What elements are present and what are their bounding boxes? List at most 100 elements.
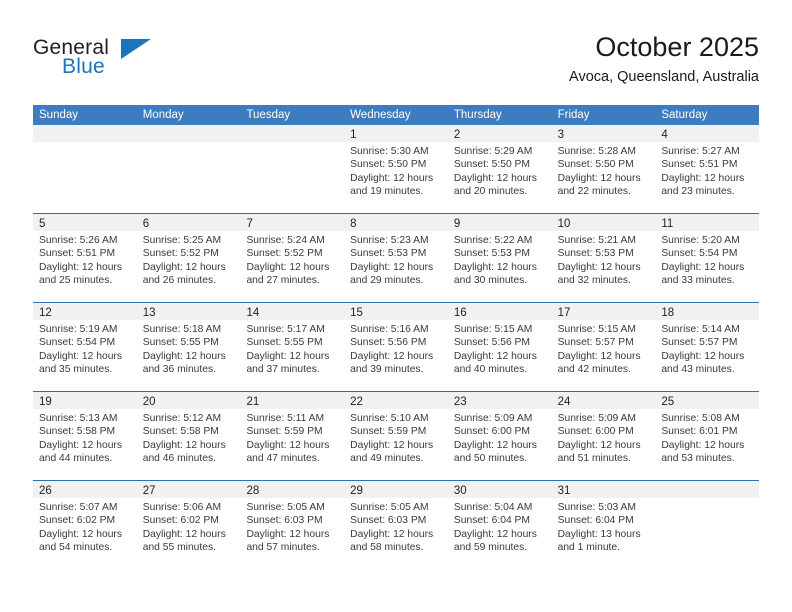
day-number-band: 12 [33, 303, 137, 320]
calendar-day-cell-empty [33, 125, 137, 213]
day-info: Sunrise: 5:09 AM Sunset: 6:00 PM Daylight:… [552, 409, 656, 466]
daylight-duration-line2: and 36 minutes. [142, 364, 216, 376]
page-title: October 2025 [595, 32, 759, 62]
calendar-day-cell-empty [655, 481, 760, 569]
day-info: Sunrise: 5:08 AM Sunset: 6:01 PM Daylight:… [655, 409, 759, 466]
calendar-day-cell[interactable]: 11 Sunrise: 5:20 AM Sunset: 5:54 PM Dayligh… [655, 214, 760, 302]
calendar-day-cell-empty [136, 125, 241, 213]
sunrise-time: Sunrise: 5:19 AM [39, 324, 118, 335]
calendar-day-cell[interactable]: 28 Sunrise: 5:05 AM Sunset: 6:03 PM Dayligh… [240, 481, 345, 569]
daylight-duration-line1: Daylight: 12 hours [350, 172, 434, 184]
daylight-duration-line1: Daylight: 12 hours [246, 350, 330, 362]
calendar-day-cell[interactable]: 30 Sunrise: 5:04 AM Sunset: 6:04 PM Dayligh… [447, 481, 552, 569]
general-blue-logo[interactable]: General Blue [33, 36, 233, 92]
calendar-day-cell[interactable]: 16 Sunrise: 5:15 AM Sunset: 5:56 PM Dayligh… [447, 303, 552, 391]
daylight-duration-line2: and 59 minutes. [453, 542, 528, 554]
calendar-week-row: 26 Sunrise: 5:07 AM Sunset: 6:02 PM Dayligh… [33, 480, 760, 569]
calendar-day-cell[interactable]: 5 Sunrise: 5:26 AM Sunset: 5:51 PM Daylight… [33, 214, 137, 302]
calendar-day-cell[interactable]: 29 Sunrise: 5:05 AM Sunset: 6:03 PM Dayligh… [344, 481, 448, 569]
sunrise-time: Sunrise: 5:09 AM [557, 413, 637, 424]
logo-triangle-icon [121, 39, 151, 59]
daylight-duration-line2: and 20 minutes. [453, 186, 528, 198]
calendar-day-cell[interactable]: 19 Sunrise: 5:13 AM Sunset: 5:58 PM Dayligh… [33, 392, 137, 480]
calendar-day-cell[interactable]: 25 Sunrise: 5:08 AM Sunset: 6:01 PM Dayligh… [655, 392, 760, 480]
calendar-day-cell[interactable]: 6 Sunrise: 5:25 AM Sunset: 5:52 PM Daylight… [136, 214, 241, 302]
day-info: Sunrise: 5:17 AM Sunset: 5:55 PM Daylight:… [240, 320, 344, 377]
calendar-day-cell[interactable]: 9 Sunrise: 5:22 AM Sunset: 5:53 PM Daylight… [447, 214, 552, 302]
sunset-time: Sunset: 6:02 PM [39, 515, 116, 527]
calendar-page: General Blue October 2025 Avoca, Queensl… [0, 0, 792, 612]
day-number-band: 26 [33, 481, 137, 498]
sunset-time: Sunset: 5:56 PM [453, 337, 531, 349]
day-number: 15 [350, 307, 363, 319]
day-number-band: 18 [655, 303, 760, 320]
sunrise-time: Sunrise: 5:17 AM [246, 324, 325, 335]
calendar-day-cell[interactable]: 24 Sunrise: 5:09 AM Sunset: 6:00 PM Dayligh… [551, 392, 656, 480]
calendar-day-cell[interactable]: 21 Sunrise: 5:11 AM Sunset: 5:59 PM Dayligh… [240, 392, 345, 480]
calendar-day-cell[interactable]: 13 Sunrise: 5:18 AM Sunset: 5:55 PM Dayligh… [136, 303, 241, 391]
day-number: 10 [557, 218, 571, 230]
day-number-band: 31 [551, 481, 656, 498]
daylight-duration-line1: Daylight: 12 hours [661, 439, 745, 451]
calendar-day-cell[interactable]: 27 Sunrise: 5:06 AM Sunset: 6:02 PM Dayligh… [136, 481, 241, 569]
calendar-day-cell[interactable]: 18 Sunrise: 5:14 AM Sunset: 5:57 PM Dayligh… [655, 303, 760, 391]
calendar-day-cell[interactable]: 31 Sunrise: 5:03 AM Sunset: 6:04 PM Dayligh… [551, 481, 656, 569]
day-number-band: 10 [551, 214, 656, 231]
weekday-header-saturday: Saturday [661, 109, 708, 121]
calendar-day-cell[interactable]: 20 Sunrise: 5:12 AM Sunset: 5:58 PM Dayligh… [136, 392, 241, 480]
sunrise-time: Sunrise: 5:26 AM [39, 235, 118, 246]
day-info: Sunrise: 5:10 AM Sunset: 5:59 PM Daylight:… [344, 409, 448, 466]
sunset-time: Sunset: 5:56 PM [350, 337, 427, 349]
calendar-day-cell[interactable]: 26 Sunrise: 5:07 AM Sunset: 6:02 PM Dayligh… [33, 481, 137, 569]
daylight-duration-line1: Daylight: 12 hours [142, 528, 226, 540]
calendar-day-cell[interactable]: 1 Sunrise: 5:30 AM Sunset: 5:50 PM Daylight… [344, 125, 448, 213]
daylight-duration-line1: Daylight: 12 hours [142, 439, 226, 451]
day-number: 2 [453, 129, 461, 141]
calendar-day-cell[interactable]: 17 Sunrise: 5:15 AM Sunset: 5:57 PM Dayligh… [551, 303, 656, 391]
daylight-duration-line2: and 27 minutes. [246, 275, 320, 287]
day-number: 6 [142, 218, 150, 230]
calendar-day-cell[interactable]: 22 Sunrise: 5:10 AM Sunset: 5:59 PM Dayligh… [344, 392, 448, 480]
calendar-day-cell[interactable]: 23 Sunrise: 5:09 AM Sunset: 6:00 PM Dayligh… [447, 392, 552, 480]
sunrise-time: Sunrise: 5:15 AM [453, 324, 533, 335]
day-number: 22 [350, 396, 363, 408]
calendar-day-cell[interactable]: 7 Sunrise: 5:24 AM Sunset: 5:52 PM Daylight… [240, 214, 345, 302]
calendar-day-cell[interactable]: 4 Sunrise: 5:27 AM Sunset: 5:51 PM Daylight… [655, 125, 760, 213]
daylight-duration-line1: Daylight: 12 hours [453, 528, 537, 540]
calendar-day-cell[interactable]: 2 Sunrise: 5:29 AM Sunset: 5:50 PM Daylight… [447, 125, 552, 213]
daylight-duration-line1: Daylight: 12 hours [661, 261, 745, 273]
calendar-grid: Sunday Monday Tuesday Wednesday Thursday Frid… [33, 105, 760, 569]
sunset-time: Sunset: 6:00 PM [453, 426, 531, 438]
daylight-duration-line1: Daylight: 12 hours [661, 350, 745, 362]
day-number: 30 [453, 485, 467, 497]
sunset-time: Sunset: 5:50 PM [453, 159, 531, 171]
day-number-band: 2 [447, 125, 552, 142]
day-info: Sunrise: 5:24 AM Sunset: 5:52 PM Daylight:… [240, 231, 344, 288]
sunrise-time: Sunrise: 5:11 AM [246, 413, 325, 424]
day-info: Sunrise: 5:20 AM Sunset: 5:54 PM Daylight:… [655, 231, 759, 288]
sunset-time: Sunset: 5:57 PM [661, 337, 738, 349]
daylight-duration-line1: Daylight: 12 hours [350, 350, 434, 362]
calendar-day-cell[interactable]: 14 Sunrise: 5:17 AM Sunset: 5:55 PM Dayligh… [240, 303, 345, 391]
calendar-day-cell[interactable]: 12 Sunrise: 5:19 AM Sunset: 5:54 PM Dayligh… [33, 303, 137, 391]
sunrise-time: Sunrise: 5:23 AM [350, 235, 429, 246]
sunset-time: Sunset: 5:58 PM [39, 426, 116, 438]
calendar-day-cell[interactable]: 3 Sunrise: 5:28 AM Sunset: 5:50 PM Daylight… [551, 125, 656, 213]
calendar-day-cell[interactable]: 15 Sunrise: 5:16 AM Sunset: 5:56 PM Dayligh… [344, 303, 448, 391]
day-info: Sunrise: 5:13 AM Sunset: 5:58 PM Daylight:… [33, 409, 137, 466]
day-info: Sunrise: 5:05 AM Sunset: 6:03 PM Daylight:… [240, 498, 344, 555]
day-info: Sunrise: 5:21 AM Sunset: 5:53 PM Daylight:… [552, 231, 656, 288]
sunrise-time: Sunrise: 5:28 AM [557, 146, 637, 157]
sunrise-time: Sunrise: 5:12 AM [142, 413, 222, 424]
day-info: Sunrise: 5:05 AM Sunset: 6:03 PM Daylight:… [344, 498, 448, 555]
daylight-duration-line2: and 42 minutes. [557, 364, 631, 376]
sunset-time: Sunset: 5:54 PM [661, 248, 738, 260]
sunset-time: Sunset: 5:53 PM [350, 248, 427, 260]
calendar-day-cell[interactable]: 8 Sunrise: 5:23 AM Sunset: 5:53 PM Daylight… [344, 214, 448, 302]
calendar-day-cell[interactable]: 10 Sunrise: 5:21 AM Sunset: 5:53 PM Dayligh… [551, 214, 656, 302]
day-number-band [136, 125, 241, 142]
daylight-duration-line2: and 58 minutes. [350, 542, 424, 554]
daylight-duration-line2: and 22 minutes. [557, 186, 631, 198]
day-info: Sunrise: 5:30 AM Sunset: 5:50 PM Daylight:… [344, 142, 448, 199]
sunrise-time: Sunrise: 5:18 AM [142, 324, 222, 335]
